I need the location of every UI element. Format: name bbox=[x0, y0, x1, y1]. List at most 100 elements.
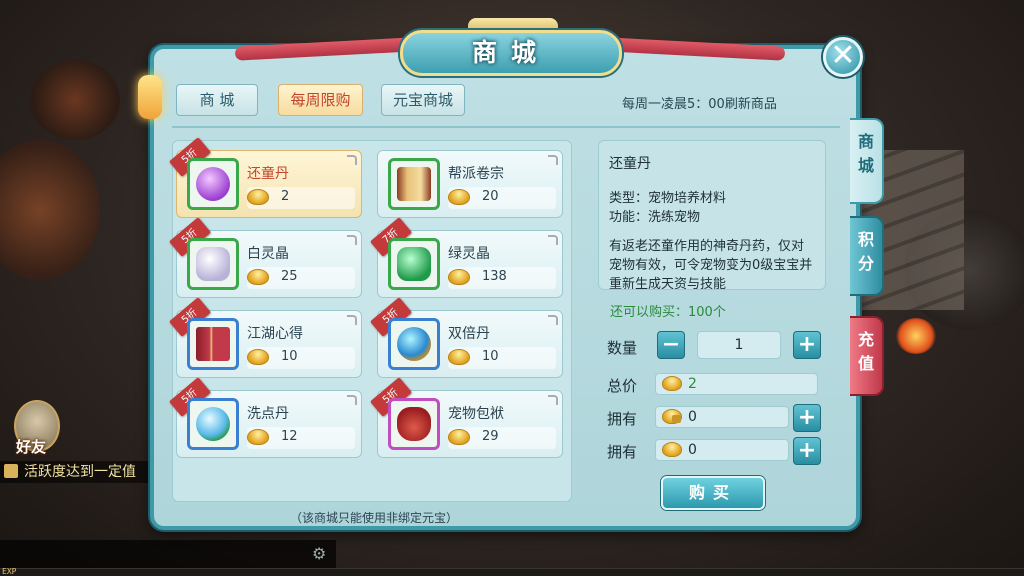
shop-item[interactable]: 5折 江湖心得 10 bbox=[169, 297, 362, 378]
corner-decoration bbox=[347, 155, 357, 165]
owned-bound-field: 0 bbox=[655, 406, 789, 428]
item-price-row: 2 bbox=[247, 187, 355, 209]
activity-notice[interactable]: 活跃度达到一定值 bbox=[0, 461, 160, 483]
ingot-icon bbox=[448, 429, 470, 445]
background-brazier bbox=[896, 318, 936, 354]
corner-decoration bbox=[548, 155, 558, 165]
side-tab-shop[interactable]: 商城 bbox=[850, 118, 884, 204]
detail-function: 功能：洗练宠物 bbox=[609, 210, 701, 225]
detail-description: 有返老还童作用的神奇丹药，仅对宠物有效，可令宠物变为0级宝宝并重新生成天资与技能 bbox=[609, 239, 813, 290]
activity-text: 活跃度达到一定值 bbox=[24, 464, 136, 480]
divider bbox=[172, 126, 840, 128]
book-icon bbox=[187, 318, 239, 370]
shop-item[interactable]: 5折 洗点丹 12 bbox=[169, 377, 362, 458]
ingot-icon bbox=[247, 429, 269, 445]
total-price: 2 bbox=[688, 376, 697, 392]
ingot-icon bbox=[448, 189, 470, 205]
panel-title: 商城 bbox=[400, 30, 622, 76]
tab-shop[interactable]: 商 城 bbox=[176, 84, 258, 116]
item-name: 绿灵晶 bbox=[448, 246, 490, 262]
item-price-row: 138 bbox=[448, 267, 556, 289]
item-price: 12 bbox=[281, 429, 298, 444]
corner-decoration bbox=[347, 235, 357, 245]
item-price-row: 10 bbox=[448, 347, 556, 369]
tab-weekly-limited[interactable]: 每周限购 bbox=[278, 84, 363, 116]
ingot-icon bbox=[448, 349, 470, 365]
detail-type: 类型：宠物培养材料 bbox=[609, 191, 727, 206]
shop-item[interactable]: 帮派卷宗 20 bbox=[377, 150, 563, 218]
item-price-row: 10 bbox=[247, 347, 355, 369]
gear-icon[interactable]: ⚙ bbox=[312, 544, 326, 563]
shop-item[interactable]: 5折 还童丹 2 bbox=[169, 137, 362, 218]
shop-item[interactable]: 5折 双倍丹 10 bbox=[370, 297, 563, 378]
bag-icon bbox=[388, 398, 440, 450]
scroll-icon bbox=[388, 158, 440, 210]
item-price-row: 12 bbox=[247, 427, 355, 449]
remaining-purchases: 还可以购买：100个 bbox=[610, 305, 726, 320]
item-price: 10 bbox=[482, 349, 499, 364]
item-name: 帮派卷宗 bbox=[448, 166, 504, 182]
currency-note: （该商城只能使用非绑定元宝） bbox=[290, 511, 459, 525]
side-tab-points[interactable]: 积分 bbox=[850, 216, 884, 296]
white-crystal-icon bbox=[187, 238, 239, 290]
owned-value: 0 bbox=[688, 442, 697, 458]
total-label: 总价 bbox=[607, 377, 638, 395]
exp-label: EXP bbox=[2, 567, 17, 576]
exp-bar bbox=[0, 568, 1024, 576]
buy-button[interactable]: 购买 bbox=[661, 476, 765, 510]
quantity-minus-button[interactable]: − bbox=[657, 331, 685, 359]
ingot-icon bbox=[662, 442, 682, 457]
owned-bound-label: 拥有 bbox=[607, 410, 638, 428]
corner-decoration bbox=[347, 315, 357, 325]
friend-label[interactable]: 好友 bbox=[16, 436, 46, 457]
green-crystal-icon bbox=[388, 238, 440, 290]
close-button[interactable]: ✕ bbox=[823, 37, 863, 77]
recharge-bound-plus-button[interactable]: + bbox=[793, 404, 821, 432]
corner-decoration bbox=[548, 315, 558, 325]
owned-bound-value: 0 bbox=[688, 409, 697, 425]
owned-label: 拥有 bbox=[607, 443, 638, 461]
recharge-plus-button[interactable]: + bbox=[793, 437, 821, 465]
shop-item[interactable]: 7折 绿灵晶 138 bbox=[370, 217, 563, 298]
shop-item[interactable]: 5折 宠物包袱 29 bbox=[370, 377, 563, 458]
quantity-field[interactable]: 1 bbox=[697, 331, 781, 359]
item-name: 还童丹 bbox=[247, 166, 289, 182]
corner-decoration bbox=[347, 395, 357, 405]
background-tree bbox=[30, 60, 120, 140]
shop-item[interactable]: 5折 白灵晶 25 bbox=[169, 217, 362, 298]
chat-strip bbox=[0, 540, 336, 568]
quantity-label: 数量 bbox=[607, 339, 638, 357]
ingot-icon bbox=[247, 349, 269, 365]
ingot-icon bbox=[448, 269, 470, 285]
tab-ingot-shop[interactable]: 元宝商城 bbox=[381, 84, 465, 116]
total-price-field: 2 bbox=[655, 373, 818, 395]
item-price-row: 20 bbox=[448, 187, 556, 209]
swirl-orb-icon bbox=[187, 398, 239, 450]
item-price: 29 bbox=[482, 429, 499, 444]
item-name: 洗点丹 bbox=[247, 406, 289, 422]
owned-field: 0 bbox=[655, 439, 789, 461]
orb-icon bbox=[388, 318, 440, 370]
item-name: 白灵晶 bbox=[247, 246, 289, 262]
notice-icon bbox=[4, 464, 18, 478]
quantity-plus-button[interactable]: + bbox=[793, 331, 821, 359]
side-tab-recharge[interactable]: 充值 bbox=[850, 316, 884, 396]
corner-decoration bbox=[548, 395, 558, 405]
item-name: 江湖心得 bbox=[247, 326, 303, 342]
lock-icon bbox=[672, 415, 681, 423]
background-tree bbox=[0, 140, 100, 280]
item-name: 宠物包袱 bbox=[448, 406, 504, 422]
item-name: 双倍丹 bbox=[448, 326, 490, 342]
item-detail[interactable]: 还童丹 类型：宠物培养材料 功能：洗练宠物 有返老还童作用的神奇丹药，仅对宠物有… bbox=[598, 140, 826, 290]
lantern-decoration bbox=[138, 75, 162, 119]
refresh-note: 每周一凌晨5：00刷新商品 bbox=[622, 97, 777, 112]
detail-title: 还童丹 bbox=[609, 156, 651, 172]
ingot-icon bbox=[247, 189, 269, 205]
purple-pill-icon bbox=[187, 158, 239, 210]
corner-decoration bbox=[548, 235, 558, 245]
item-price: 20 bbox=[482, 189, 499, 204]
item-price: 138 bbox=[482, 269, 507, 284]
ingot-icon bbox=[247, 269, 269, 285]
item-price-row: 29 bbox=[448, 427, 556, 449]
item-price-row: 25 bbox=[247, 267, 355, 289]
